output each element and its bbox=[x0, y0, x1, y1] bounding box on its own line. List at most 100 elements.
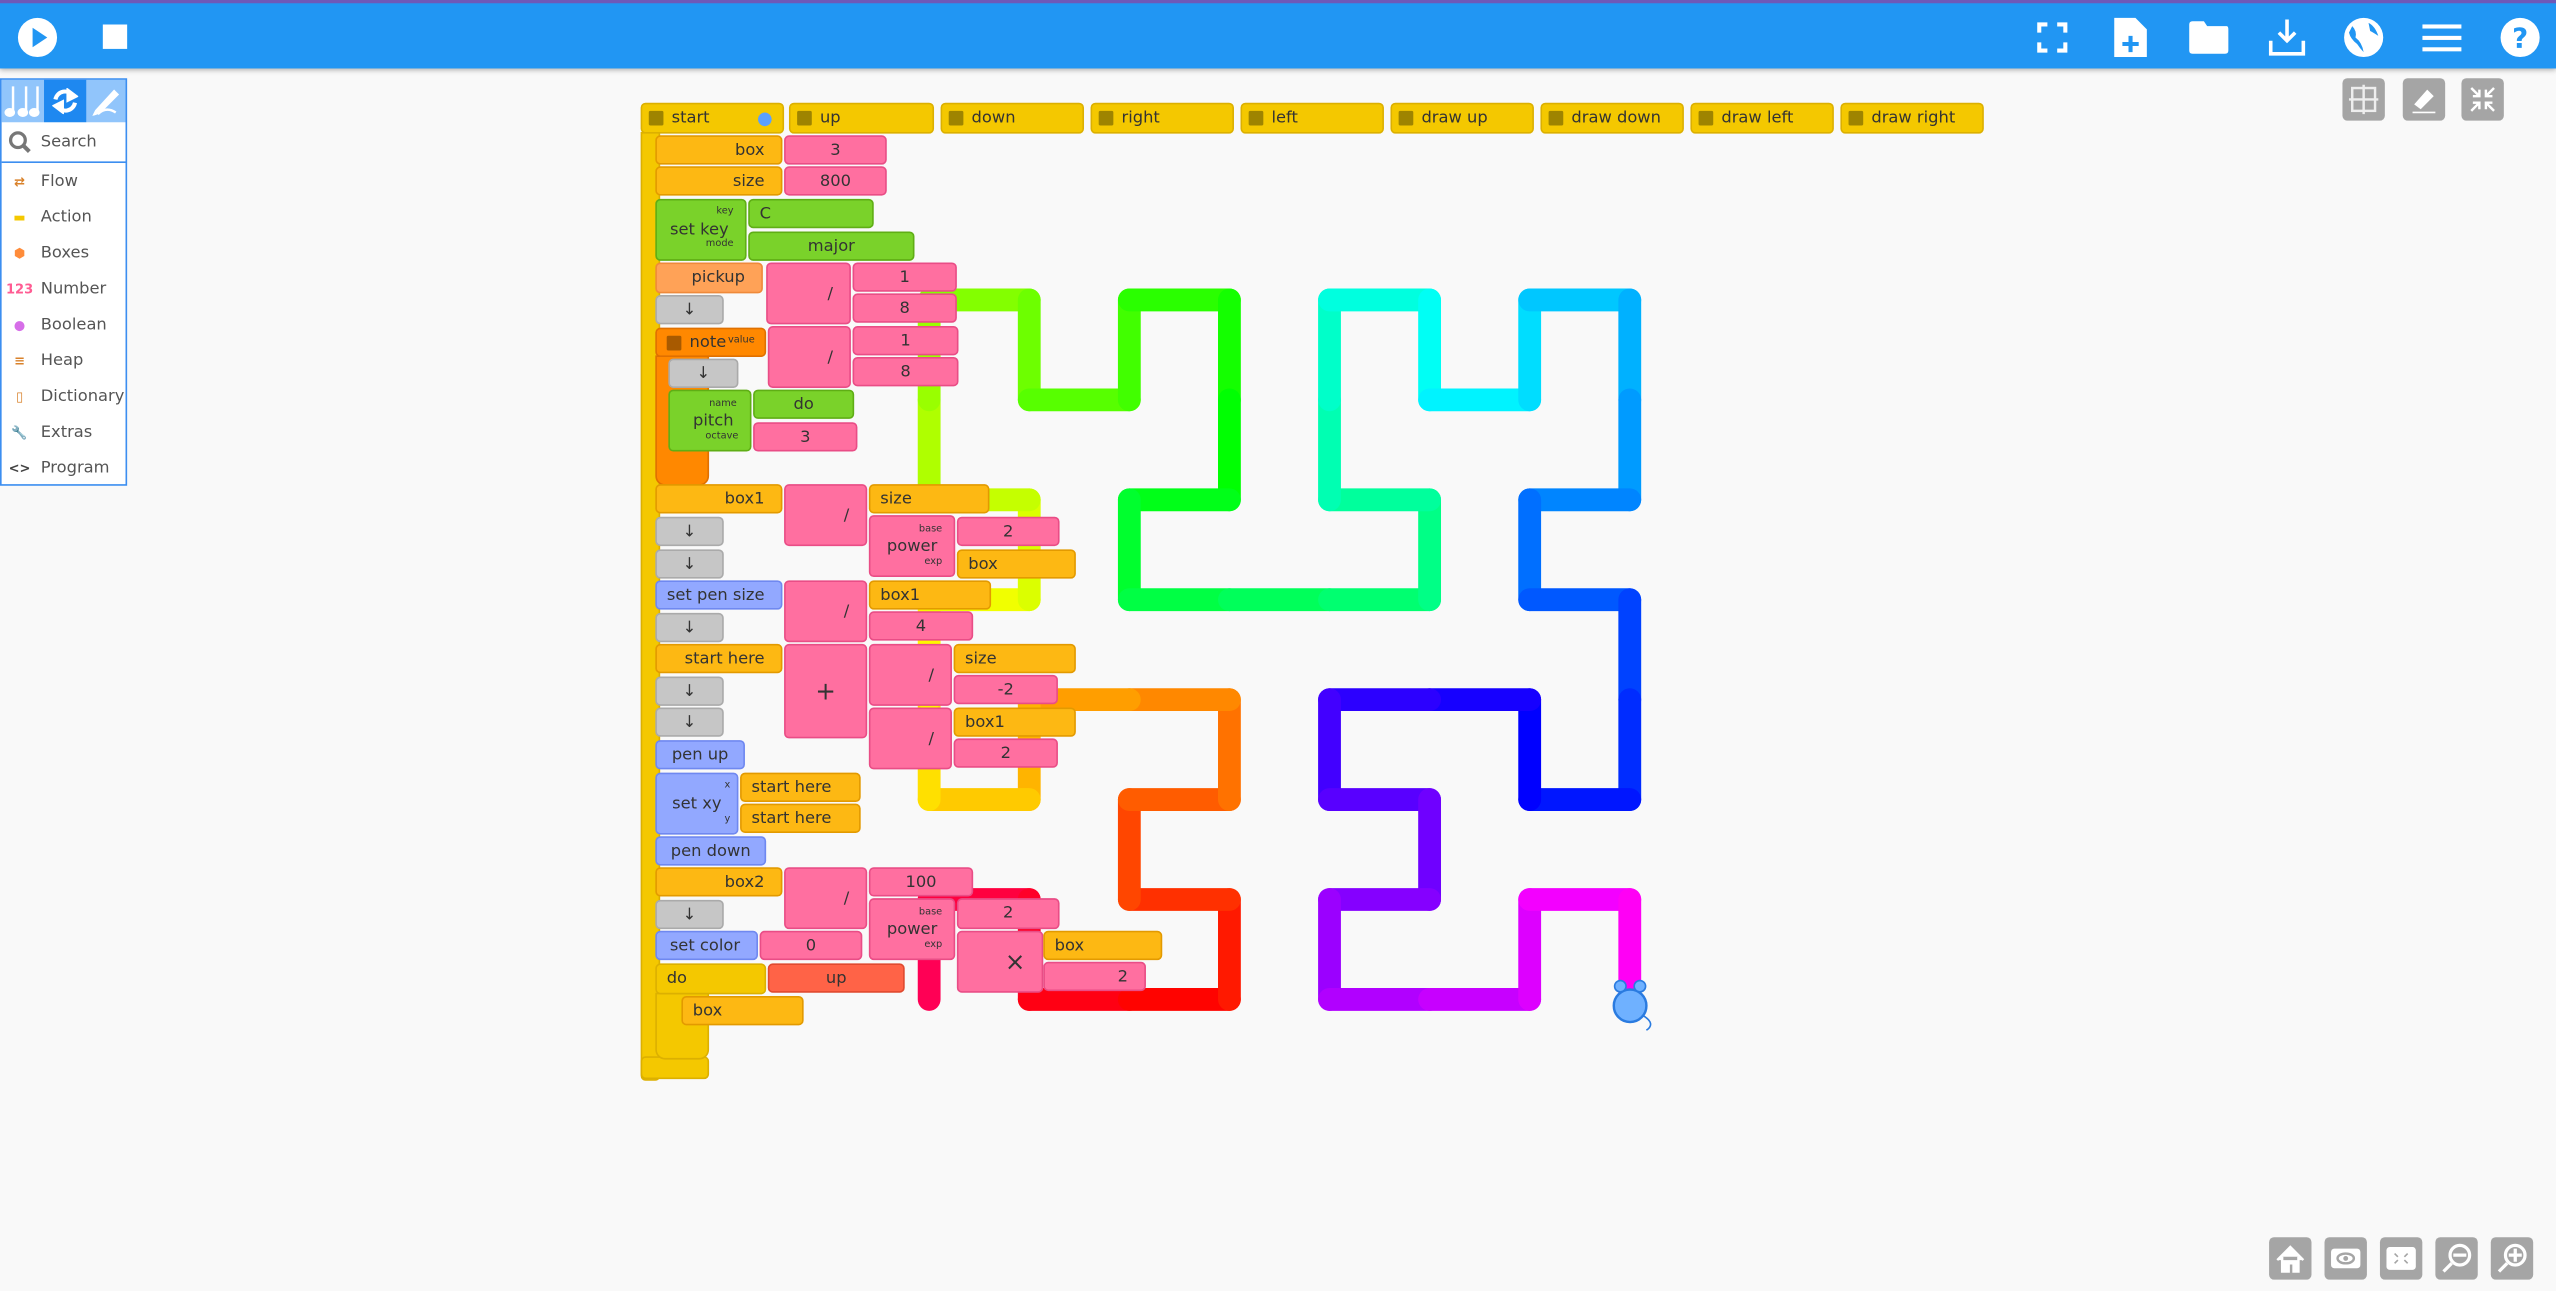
block-do[interactable]: do bbox=[753, 389, 855, 419]
zoom-in-button[interactable] bbox=[2490, 1237, 2534, 1280]
hat-block-down[interactable]: down bbox=[940, 102, 1085, 134]
collapse-block-icon[interactable] bbox=[1548, 110, 1564, 126]
block-1[interactable]: 1 bbox=[852, 262, 957, 292]
grid-button[interactable] bbox=[2342, 78, 2385, 121]
block-2[interactable]: 2 bbox=[953, 738, 1058, 768]
block-C[interactable]: C bbox=[748, 198, 874, 229]
block-operator[interactable]: ↓ bbox=[655, 295, 724, 325]
palette-item-boolean[interactable]: ● Boolean bbox=[2, 308, 126, 341]
palette-item-dictionary[interactable]: ▯ Dictionary bbox=[2, 380, 126, 413]
block-size[interactable]: size bbox=[953, 643, 1076, 674]
collapse-block-icon[interactable] bbox=[1098, 110, 1114, 126]
block-pen-up[interactable]: pen up bbox=[655, 740, 745, 770]
block-0[interactable]: 0 bbox=[759, 930, 863, 961]
collapse-block-icon[interactable] bbox=[797, 110, 812, 126]
block-operator[interactable]: / bbox=[784, 580, 868, 643]
block-major[interactable]: major bbox=[748, 231, 915, 261]
collapse-block-icon[interactable] bbox=[1698, 110, 1714, 126]
collapse-block-icon[interactable] bbox=[648, 110, 664, 126]
block-set-pen-size[interactable]: set pen size bbox=[655, 580, 783, 610]
palette-item-number[interactable]: 123 Number bbox=[2, 272, 126, 305]
block-8[interactable]: 8 bbox=[852, 293, 957, 323]
hat-block-draw-up[interactable]: draw up bbox=[1390, 102, 1534, 134]
collapse-block-icon[interactable] bbox=[1248, 110, 1264, 126]
block-pickup[interactable]: pickup bbox=[655, 262, 763, 294]
expand-blocks-button[interactable] bbox=[2379, 1237, 2423, 1280]
hat-block-draw-down[interactable]: draw down bbox=[1540, 102, 1684, 134]
hat-block-start[interactable]: start ● bbox=[640, 102, 785, 134]
block-box1[interactable]: box1 bbox=[953, 707, 1076, 737]
block-box[interactable]: box bbox=[681, 995, 804, 1026]
palette-tab-flow[interactable] bbox=[44, 79, 87, 123]
palette-tab-music[interactable] bbox=[1, 79, 45, 123]
hat-block-right[interactable]: right bbox=[1090, 102, 1234, 134]
block-box2[interactable]: box2 bbox=[655, 867, 783, 897]
collapse-block-icon[interactable] bbox=[666, 334, 682, 350]
hat-block-up[interactable]: up bbox=[788, 102, 935, 134]
block-operator[interactable]: / bbox=[868, 643, 952, 706]
hat-block-draw-right[interactable]: draw right bbox=[1840, 102, 1984, 134]
block-operator[interactable]: ↓ bbox=[655, 676, 724, 706]
collapse-block-icon[interactable] bbox=[1398, 110, 1414, 126]
block-1[interactable]: 1 bbox=[852, 326, 959, 356]
collapse-button[interactable] bbox=[2461, 78, 2504, 121]
block-100[interactable]: 100 bbox=[868, 867, 974, 897]
block-socket-label: exp bbox=[906, 937, 942, 952]
zoom-out-button[interactable] bbox=[2435, 1237, 2478, 1280]
block-box[interactable]: box bbox=[655, 135, 783, 165]
block-operator[interactable]: ↓ bbox=[655, 899, 724, 930]
block-start-here[interactable]: start here bbox=[655, 643, 783, 674]
block-label: 2 bbox=[1003, 522, 1014, 541]
hat-block-draw-left[interactable]: draw left bbox=[1690, 102, 1834, 134]
block-operator[interactable]: ↓ bbox=[655, 612, 724, 643]
block-operator[interactable]: ↓ bbox=[655, 516, 724, 547]
palette-item-boxes[interactable]: ⬢ Boxes bbox=[2, 236, 126, 269]
block-8[interactable]: 8 bbox=[852, 356, 959, 387]
palette-item-flow[interactable]: ⇄ Flow bbox=[2, 165, 126, 198]
block-operator[interactable]: ↓ bbox=[668, 358, 739, 388]
block-box1[interactable]: box1 bbox=[868, 580, 992, 610]
block-800[interactable]: 800 bbox=[784, 166, 887, 196]
palette-item-extras[interactable]: 🔧 Extras bbox=[2, 416, 126, 449]
block-socket-label: exp bbox=[906, 554, 942, 569]
boxes-icon: ⬢ bbox=[13, 245, 26, 261]
home-button[interactable] bbox=[2269, 1237, 2312, 1280]
block-operator[interactable]: ↓ bbox=[655, 707, 724, 737]
eraser-button[interactable] bbox=[2402, 78, 2446, 121]
block-2[interactable]: -2 bbox=[953, 674, 1058, 705]
collapse-block-icon[interactable] bbox=[948, 110, 964, 126]
show-blocks-eye-button[interactable] bbox=[2324, 1237, 2367, 1280]
block-operator[interactable]: / bbox=[784, 484, 868, 547]
block-2[interactable]: 2 bbox=[956, 516, 1060, 547]
collapse-block-icon[interactable] bbox=[1848, 110, 1864, 126]
block-size[interactable]: size bbox=[655, 166, 783, 196]
block-3[interactable]: 3 bbox=[784, 135, 887, 165]
palette-tab-art[interactable] bbox=[86, 79, 126, 123]
palette-item-action[interactable]: ▬ Action bbox=[2, 201, 126, 234]
block-box1[interactable]: box1 bbox=[655, 484, 783, 514]
palette-search[interactable]: Search bbox=[1, 122, 126, 164]
palette-item-heap[interactable]: ≡ Heap bbox=[2, 344, 126, 377]
block-operator[interactable]: / bbox=[766, 262, 851, 325]
hat-block-left[interactable]: left bbox=[1240, 102, 1384, 134]
block-3[interactable]: 3 bbox=[753, 422, 858, 452]
block-set-color[interactable]: set color bbox=[655, 930, 758, 961]
block-start-here[interactable]: start here bbox=[740, 803, 861, 833]
block-2[interactable]: 2 bbox=[956, 898, 1060, 930]
block-start-here[interactable]: start here bbox=[740, 772, 861, 803]
block-operator[interactable]: + bbox=[784, 643, 868, 739]
block-4[interactable]: 4 bbox=[868, 611, 974, 641]
block-operator[interactable]: ↓ bbox=[655, 549, 724, 579]
block-operator[interactable]: × bbox=[956, 930, 1044, 993]
block-pen-down[interactable]: pen down bbox=[655, 836, 767, 866]
palette-item-program[interactable]: <> Program bbox=[2, 452, 126, 485]
block-do[interactable]: do bbox=[655, 963, 767, 995]
block-operator[interactable]: / bbox=[767, 326, 851, 388]
block-box[interactable]: box bbox=[1043, 930, 1163, 961]
block-size[interactable]: size bbox=[868, 484, 990, 514]
block-up[interactable]: up bbox=[767, 963, 905, 993]
block-2[interactable]: 2 bbox=[1043, 961, 1146, 992]
block-operator[interactable]: / bbox=[784, 867, 868, 930]
block-operator[interactable]: / bbox=[868, 707, 952, 770]
block-box[interactable]: box bbox=[956, 549, 1076, 579]
